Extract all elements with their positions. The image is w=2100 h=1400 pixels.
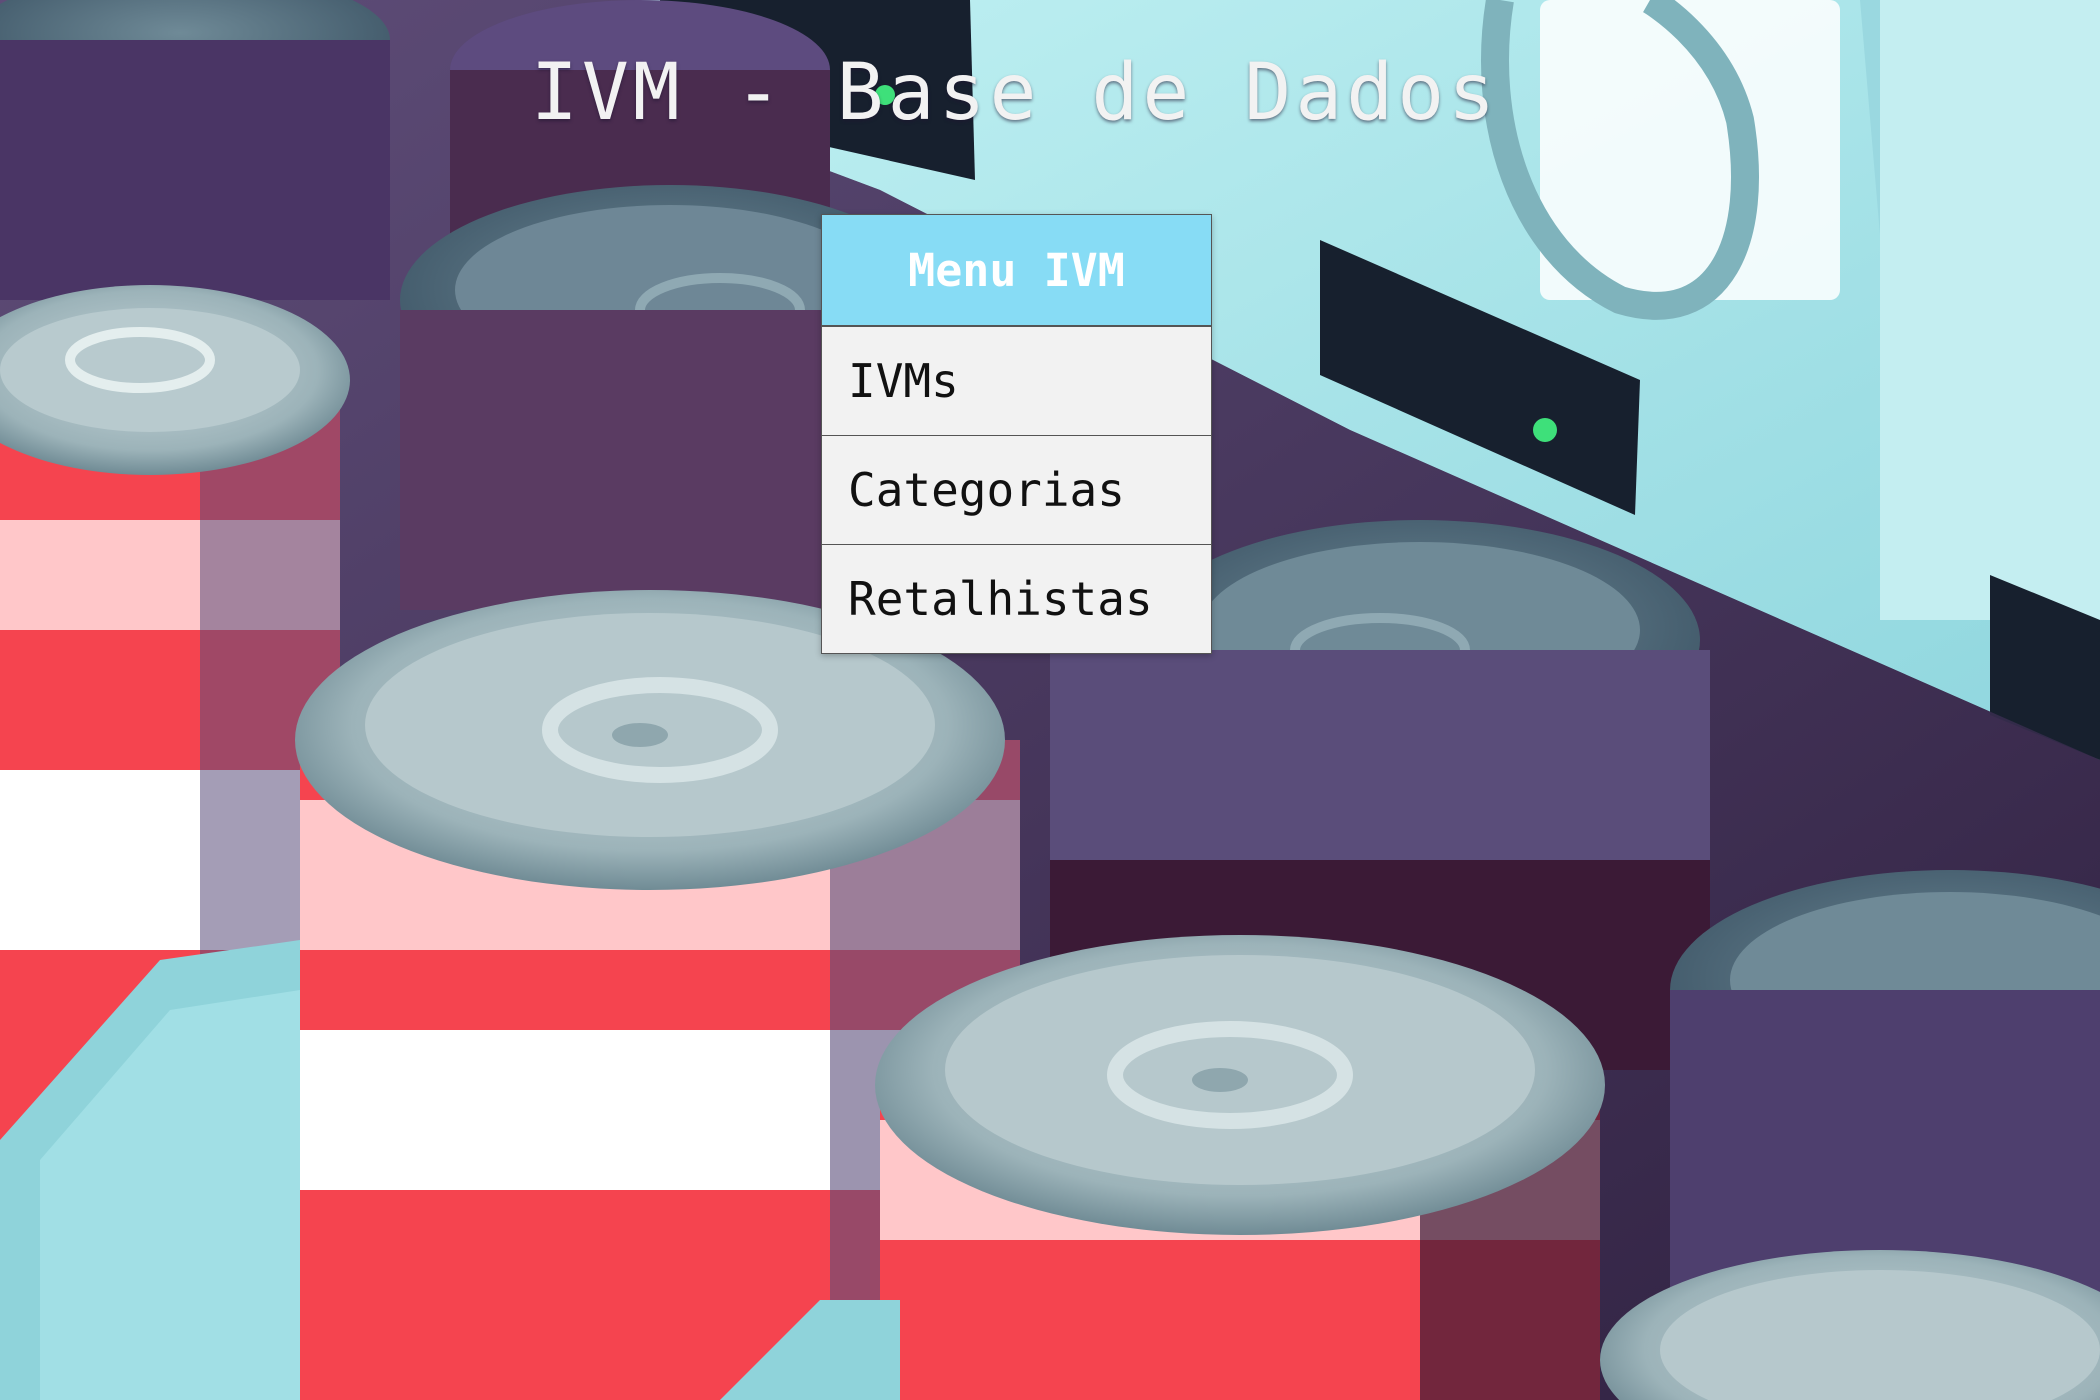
menu-item-categorias[interactable]: Categorias [822, 435, 1211, 544]
menu-header: Menu IVM [822, 215, 1211, 326]
page-title: IVM - Base de Dados [530, 48, 1500, 138]
background-illustration [0, 0, 2100, 1400]
menu-item-retalhistas[interactable]: Retalhistas [822, 544, 1211, 653]
menu-item-ivms[interactable]: IVMs [822, 326, 1211, 435]
main-menu: Menu IVM IVMs Categorias Retalhistas [821, 214, 1212, 654]
